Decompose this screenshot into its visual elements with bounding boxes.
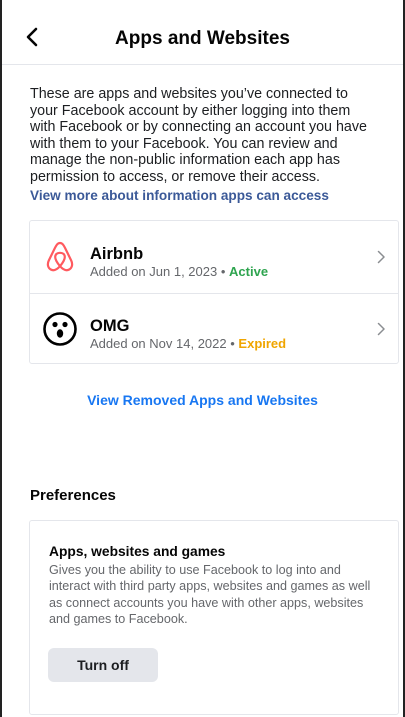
airbnb-logo-icon — [46, 241, 74, 272]
status-badge: Active — [229, 264, 269, 279]
screen: Apps and Websites These are apps and web… — [0, 0, 405, 717]
chevron-right-icon — [377, 322, 385, 336]
app-meta: Added on Nov 14, 2022 • Expired — [90, 336, 286, 351]
meta-separator: • — [230, 336, 235, 351]
status-badge: Expired — [238, 336, 287, 351]
app-added-date: Added on Nov 14, 2022 — [90, 336, 227, 351]
view-removed-apps-link[interactable]: View Removed Apps and Websites — [2, 392, 403, 408]
pref-description: Gives you the ability to use Facebook to… — [49, 563, 371, 627]
app-row-omg[interactable]: OMG Added on Nov 14, 2022 • Expired — [30, 293, 398, 365]
preferences-heading: Preferences — [30, 487, 116, 504]
page-title: Apps and Websites — [115, 28, 290, 49]
intro-text: These are apps and websites you’ve conne… — [30, 86, 367, 185]
pref-title: Apps, websites and games — [49, 544, 226, 559]
top-bar: Apps and Websites — [2, 0, 403, 65]
app-meta: Added on Jun 1, 2023 • Active — [90, 264, 268, 279]
connected-apps-list: Airbnb Added on Jun 1, 2023 • Active OMG… — [29, 220, 399, 364]
view-more-info-link[interactable]: View more about information apps can acc… — [30, 188, 329, 203]
app-added-date: Added on Jun 1, 2023 — [90, 264, 218, 279]
app-name: OMG — [90, 317, 130, 335]
meta-separator: • — [220, 264, 226, 279]
app-name: Airbnb — [90, 245, 144, 263]
preferences-card: Apps, websites and games Gives you the a… — [29, 520, 399, 715]
chevron-right-icon — [377, 250, 385, 264]
omg-face-icon — [43, 312, 77, 346]
turn-off-button[interactable]: Turn off — [48, 648, 158, 682]
app-row-airbnb[interactable]: Airbnb Added on Jun 1, 2023 • Active — [30, 221, 398, 294]
